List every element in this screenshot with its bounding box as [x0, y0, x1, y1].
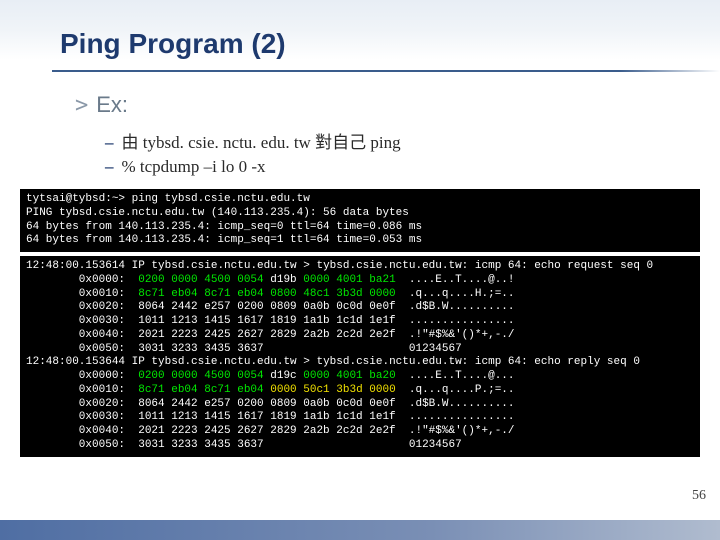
arrow-icon: > — [75, 93, 88, 118]
slide-title: Ping Program (2) — [60, 28, 720, 60]
page-number: 56 — [692, 488, 706, 504]
sub1-mid: 對自己 — [315, 133, 366, 152]
sub-item-2: – % tcpdump –i lo 0 -x — [105, 155, 720, 179]
example-heading: > Ex: — [75, 92, 720, 118]
sub1-host: tybsd. csie. nctu. edu. tw — [143, 133, 311, 152]
title-underline — [52, 70, 720, 72]
sub2-text: % tcpdump –i lo 0 -x — [122, 157, 266, 177]
terminal-ping-output: tytsai@tybsd:~> ping tybsd.csie.nctu.edu… — [20, 189, 700, 252]
sub1-cmd: ping — [370, 133, 400, 152]
sub1-prefix: 由 — [122, 133, 139, 152]
terminal-tcpdump-output: 12:48:00.153614 IP tybsd.csie.nctu.edu.t… — [20, 256, 700, 457]
dash-icon: – — [105, 157, 114, 177]
dash-icon: – — [105, 133, 114, 153]
bottom-bar — [0, 520, 720, 540]
sub-item-1: – 由 tybsd. csie. nctu. edu. tw 對自己 ping — [105, 126, 720, 155]
example-label: Ex: — [96, 92, 128, 118]
